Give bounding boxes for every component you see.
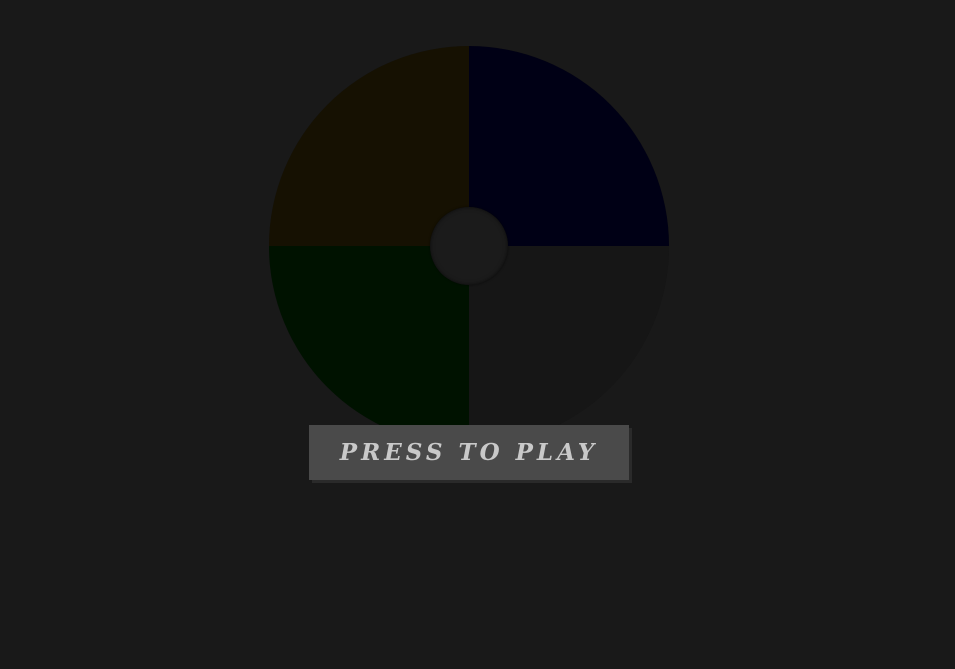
green-pad[interactable]: [269, 246, 469, 446]
game-stage: PRESS TO PLAY: [0, 0, 955, 669]
press-to-play-label: PRESS TO PLAY: [339, 439, 599, 466]
red-pad[interactable]: [469, 246, 669, 446]
blue-pad[interactable]: [469, 46, 669, 246]
press-to-play-button[interactable]: PRESS TO PLAY: [309, 425, 629, 480]
center-hub: [430, 207, 508, 285]
yellow-pad[interactable]: [269, 46, 469, 246]
